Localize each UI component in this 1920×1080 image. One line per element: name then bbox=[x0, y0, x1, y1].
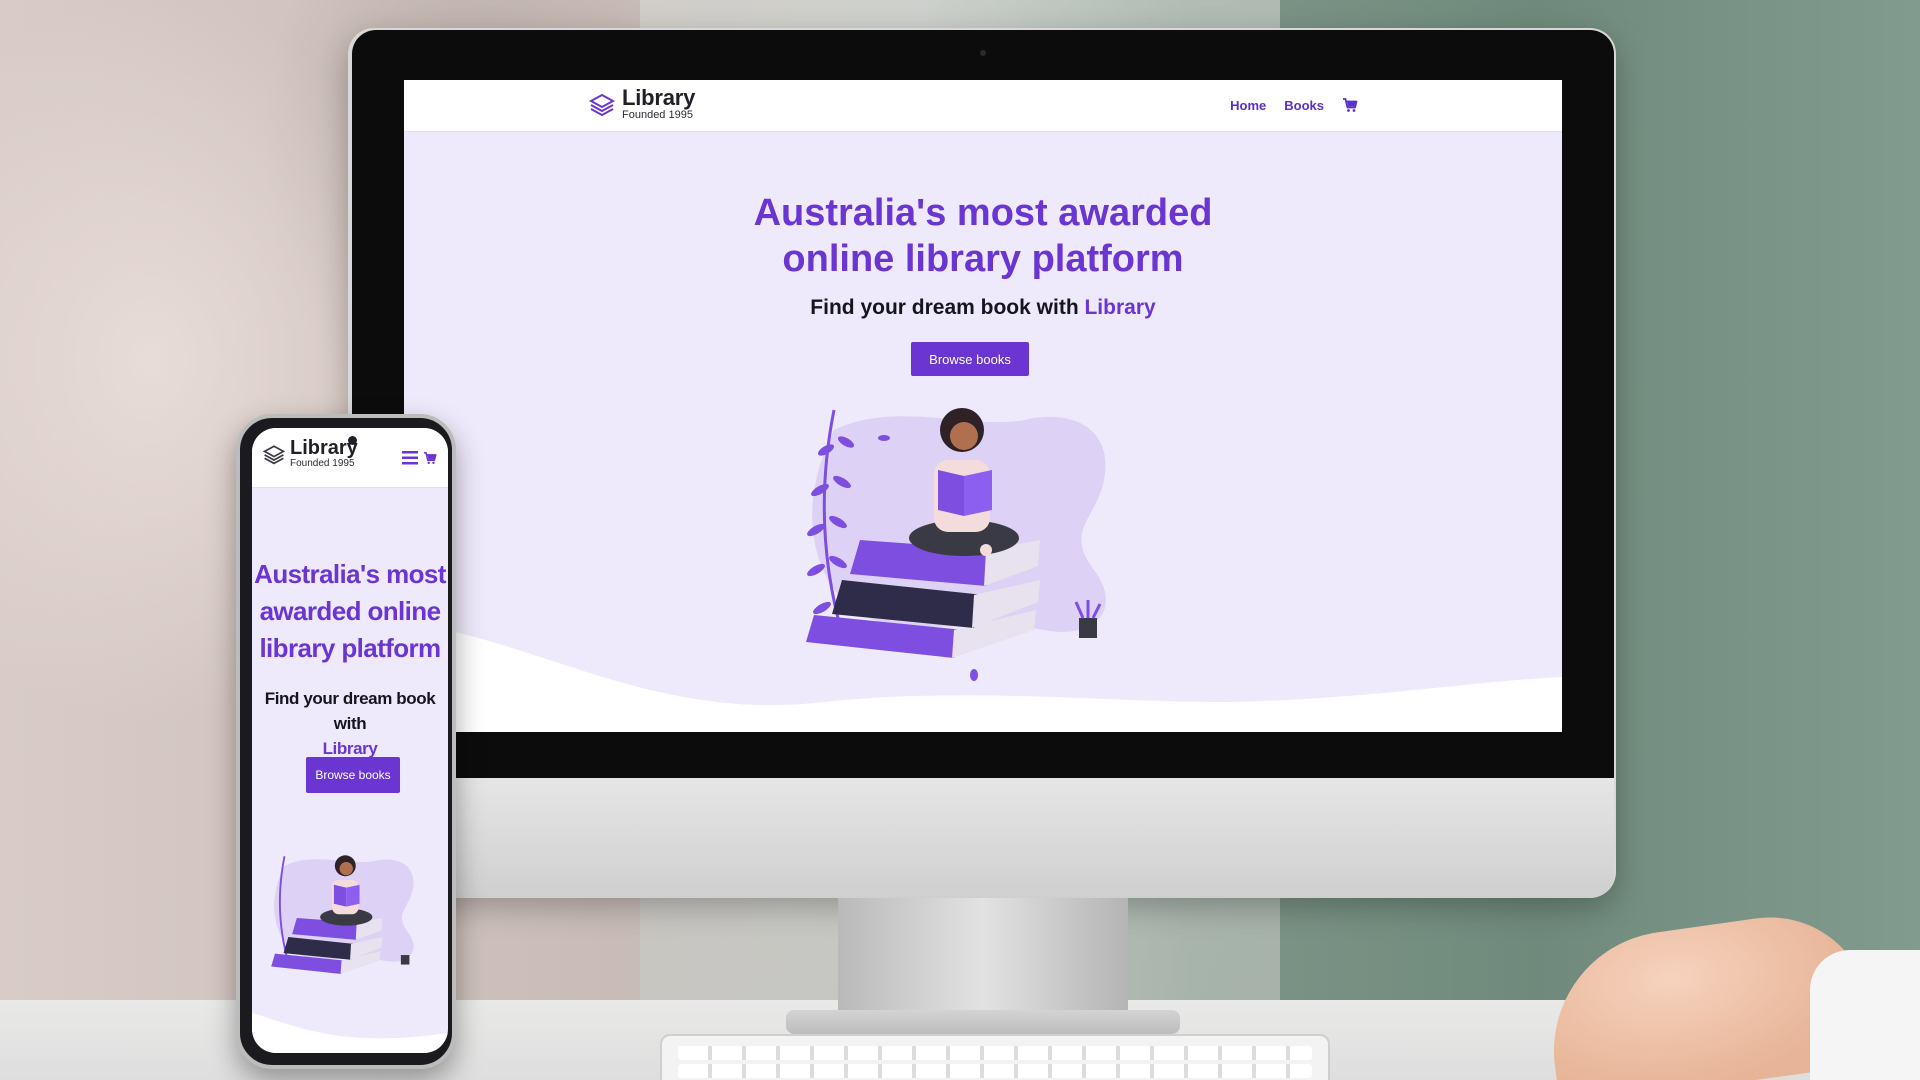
hero-headline: Australia's most awarded online library … bbox=[404, 190, 1562, 282]
library-logo-icon bbox=[588, 93, 616, 117]
reader-illustration bbox=[806, 408, 1106, 681]
front-camera bbox=[348, 436, 357, 445]
mobile-website: Library Founded 1995 Australia's most aw… bbox=[252, 428, 448, 1053]
mobile-subheadline-text: Find your dream book with bbox=[264, 689, 436, 733]
shirt-cuff bbox=[1810, 950, 1920, 1080]
mobile-hero-subheadline: Find your dream book with Library bbox=[252, 686, 448, 761]
hamburger-menu-icon[interactable] bbox=[402, 451, 418, 465]
mobile-headline-line3: library platform bbox=[259, 633, 441, 663]
hero-subheadline: Find your dream book with Library bbox=[404, 296, 1562, 320]
desktop-website: Library Founded 1995 Home Books Australi… bbox=[404, 80, 1562, 732]
mobile-reader-illustration bbox=[271, 855, 414, 975]
monitor-stand bbox=[838, 898, 1128, 1028]
mobile-logo-subtitle: Founded 1995 bbox=[290, 458, 355, 469]
keyboard bbox=[660, 1034, 1330, 1080]
monitor-camera bbox=[980, 50, 986, 56]
site-logo[interactable]: Library Founded 1995 bbox=[588, 87, 695, 121]
site-header: Library Founded 1995 Home Books bbox=[404, 80, 1562, 132]
hero-subheadline-accent: Library bbox=[1084, 296, 1156, 319]
main-nav: Home Books bbox=[1230, 97, 1358, 113]
mobile-hero-headline: Australia's most awarded online library … bbox=[252, 556, 448, 667]
nav-home-link[interactable]: Home bbox=[1230, 98, 1266, 113]
mobile-headline-line2: awarded online bbox=[259, 596, 441, 626]
hero-headline-line1: Australia's most awarded bbox=[753, 192, 1213, 234]
mobile-browse-books-button[interactable]: Browse books bbox=[306, 757, 400, 793]
mobile-site-logo[interactable]: Library Founded 1995 bbox=[262, 438, 358, 470]
hero-headline-line2: online library platform bbox=[782, 238, 1184, 280]
cart-icon[interactable] bbox=[1342, 97, 1358, 113]
cart-icon[interactable] bbox=[423, 451, 437, 465]
hero-subheadline-text: Find your dream book with bbox=[810, 296, 1085, 319]
mobile-header: Library Founded 1995 bbox=[252, 428, 448, 488]
logo-subtitle: Founded 1995 bbox=[622, 109, 693, 121]
monitor-stand-base bbox=[786, 1010, 1180, 1034]
mobile-hero-wave bbox=[252, 1013, 448, 1053]
library-logo-icon bbox=[262, 445, 286, 465]
nav-books-link[interactable]: Books bbox=[1284, 98, 1324, 113]
browse-books-button[interactable]: Browse books bbox=[911, 342, 1029, 376]
mobile-headline-line1: Australia's most bbox=[254, 559, 446, 589]
mobile-subheadline-accent: Library bbox=[322, 739, 378, 758]
hero-section: Australia's most awarded online library … bbox=[404, 132, 1562, 732]
logo-title: Library bbox=[622, 85, 696, 110]
monitor-chin bbox=[352, 778, 1614, 898]
